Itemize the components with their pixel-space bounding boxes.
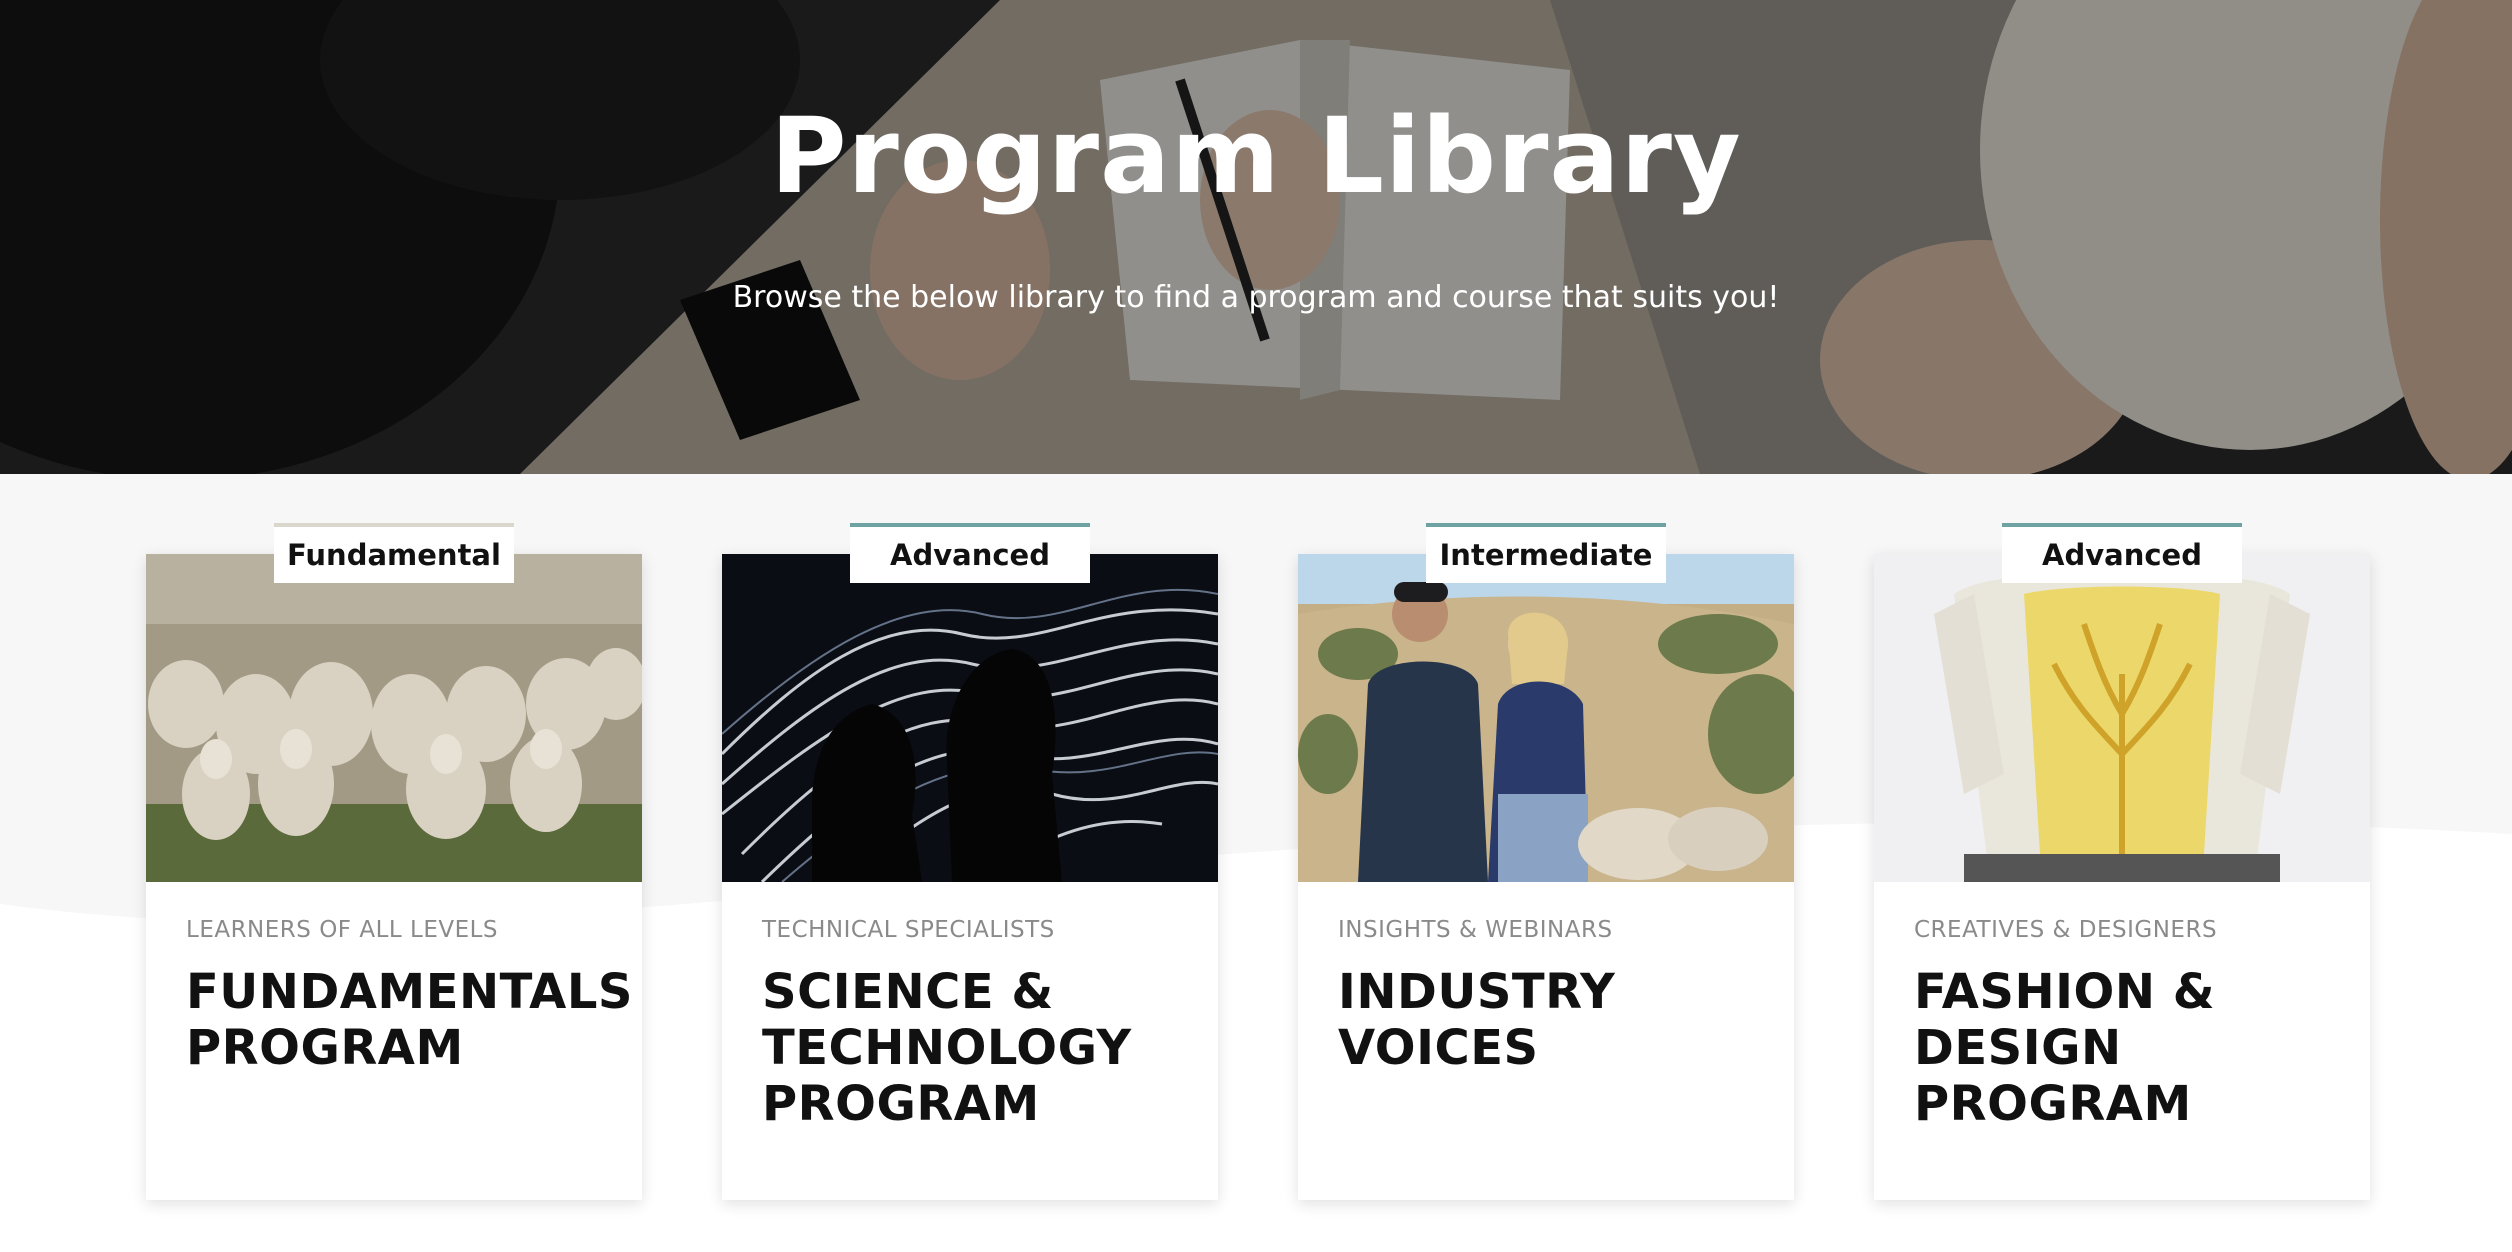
level-badge: Advanced: [2002, 523, 2242, 583]
page-title: Program Library: [770, 95, 1742, 217]
program-card-science-technology[interactable]: Advanced TECHNICAL SPECIALISTS SCIENCE &…: [722, 523, 1218, 1200]
card-category: LEARNERS OF ALL LEVELS: [186, 917, 499, 943]
card-title[interactable]: FUNDAMENTALS PROGRAM: [186, 964, 632, 1076]
program-card-fashion-design[interactable]: Advanced CREATIVES & DESIGNERS FASHION &…: [1874, 523, 2370, 1200]
program-library-section: Fundamental LEARNERS OF ALL LEVELS FUNDA…: [0, 474, 2512, 1252]
card-category: INSIGHTS & WEBINARS: [1338, 917, 1613, 943]
card-image-knitted-garment[interactable]: [1874, 554, 2370, 882]
level-badge: Intermediate: [1426, 523, 1666, 583]
card-category: TECHNICAL SPECIALISTS: [762, 917, 1055, 943]
card-title[interactable]: SCIENCE & TECHNOLOGY PROGRAM: [762, 964, 1188, 1132]
level-badge: Advanced: [850, 523, 1090, 583]
card-title[interactable]: FASHION & DESIGN PROGRAM: [1914, 964, 2340, 1132]
card-title[interactable]: INDUSTRY VOICES: [1338, 964, 1764, 1076]
hero-overlay: [0, 0, 2512, 474]
program-card-industry-voices[interactable]: Intermediate INSIGHTS & WEBINARS INDUSTR…: [1298, 523, 1794, 1200]
program-card-fundamentals[interactable]: Fundamental LEARNERS OF ALL LEVELS FUNDA…: [146, 523, 642, 1200]
card-category: CREATIVES & DESIGNERS: [1914, 917, 2218, 943]
card-image-light-fibers[interactable]: [722, 554, 1218, 882]
page-subtitle: Browse the below library to find a progr…: [732, 280, 1780, 315]
card-image-couple-sheep[interactable]: [1298, 554, 1794, 882]
hero-banner: Program Library Browse the below library…: [0, 0, 2512, 474]
level-badge: Fundamental: [274, 523, 514, 583]
card-image-sheep[interactable]: [146, 554, 642, 882]
